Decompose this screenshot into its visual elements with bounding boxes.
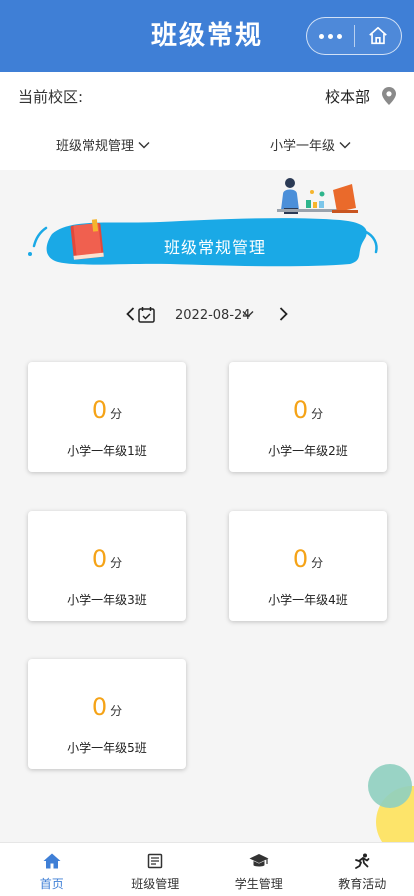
tab-education-activity[interactable]: 教育活动 <box>311 843 414 896</box>
class-name: 小学一年级4班 <box>268 593 348 607</box>
class-card[interactable]: 0分 小学一年级5班 <box>28 659 186 769</box>
score-unit: 分 <box>311 407 324 421</box>
score-value: 0 <box>292 545 309 573</box>
tab-class-management[interactable]: 班级管理 <box>104 843 208 896</box>
class-score: 0分 <box>28 693 186 721</box>
class-card[interactable]: 0分 小学一年级2班 <box>229 362 387 472</box>
grade-dropdown[interactable]: 小学一年级 <box>270 135 351 154</box>
score-unit: 分 <box>110 704 123 718</box>
class-score: 0分 <box>28 396 186 424</box>
class-card[interactable]: 0分 小学一年级3班 <box>28 511 186 621</box>
class-score: 0分 <box>229 545 387 573</box>
class-card[interactable]: 0分 小学一年级1班 <box>28 362 186 472</box>
filter-row: 班级常规管理 小学一年级 <box>0 120 414 170</box>
score-value: 0 <box>91 396 108 424</box>
score-unit: 分 <box>311 556 324 570</box>
running-icon <box>355 853 370 869</box>
tab-label: 教育活动 <box>338 877 387 891</box>
home-button[interactable] <box>354 18 401 54</box>
score-unit: 分 <box>110 556 123 570</box>
house-icon <box>368 26 387 45</box>
campus-value[interactable]: 校本部 <box>325 86 370 107</box>
campus-label: 当前校区: <box>18 88 84 106</box>
chevron-down-icon <box>138 141 150 148</box>
chevron-left-icon[interactable] <box>126 307 135 321</box>
location-pin-icon[interactable] <box>382 87 396 105</box>
tab-label: 班级管理 <box>131 877 180 891</box>
class-name: 小学一年级1班 <box>67 444 147 458</box>
bottom-tab-bar: 首页 班级管理 学生管理 教育活动 <box>0 842 414 896</box>
decorative-circles <box>368 764 414 842</box>
chevron-down-icon <box>339 141 351 148</box>
graduation-cap-icon <box>249 854 269 867</box>
class-icon <box>148 853 163 869</box>
chevron-down-icon[interactable] <box>242 310 254 318</box>
date-value[interactable]: 2022-08-24 <box>175 308 251 323</box>
calendar-icon[interactable] <box>138 306 155 323</box>
score-value: 0 <box>292 396 309 424</box>
category-dropdown-label: 班级常规管理 <box>56 139 135 154</box>
class-name: 小学一年级2班 <box>268 444 348 458</box>
class-card[interactable]: 0分 小学一年级4班 <box>229 511 387 621</box>
campus-row[interactable]: 当前校区: 校本部 <box>0 72 414 120</box>
class-name: 小学一年级5班 <box>67 741 147 755</box>
date-selector: 2022-08-24 <box>0 303 414 329</box>
tab-label: 学生管理 <box>234 877 283 891</box>
class-name: 小学一年级3班 <box>67 593 147 607</box>
grade-dropdown-label: 小学一年级 <box>270 139 336 154</box>
class-score: 0分 <box>229 396 387 424</box>
tab-home[interactable]: 首页 <box>0 843 104 896</box>
class-score: 0分 <box>28 545 186 573</box>
more-button[interactable] <box>307 18 354 54</box>
banner: 班级常规管理 <box>0 170 414 290</box>
score-value: 0 <box>91 693 108 721</box>
banner-title: 班级常规管理 <box>163 238 266 257</box>
mini-program-capsule <box>306 17 402 55</box>
chevron-right-icon[interactable] <box>279 307 288 321</box>
tab-label: 首页 <box>39 877 64 891</box>
banner-illustration <box>28 178 378 267</box>
home-icon <box>43 853 61 869</box>
tab-student-management[interactable]: 学生管理 <box>207 843 311 896</box>
more-icon <box>319 33 342 39</box>
score-value: 0 <box>91 545 108 573</box>
capsule-divider <box>354 25 355 47</box>
category-dropdown[interactable]: 班级常规管理 <box>56 135 150 154</box>
score-unit: 分 <box>110 407 123 421</box>
nav-header: 班级常规 <box>0 0 414 72</box>
